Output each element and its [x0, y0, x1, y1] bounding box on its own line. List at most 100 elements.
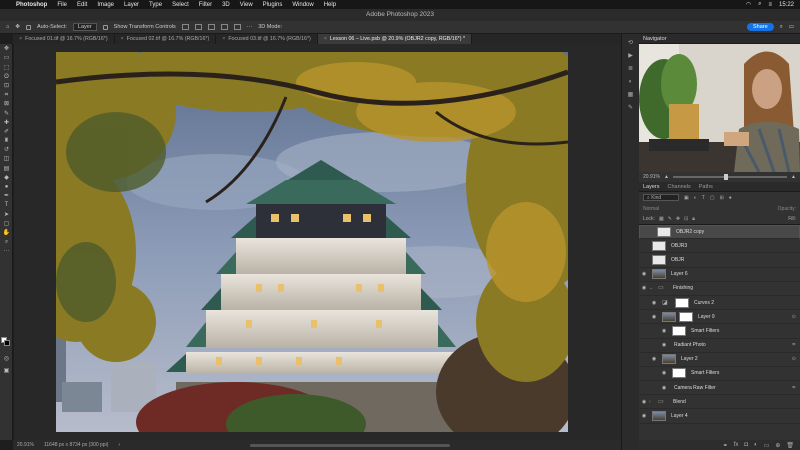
distribute-icon[interactable] [233, 24, 241, 30]
lock-pixels-icon[interactable]: ✎ [668, 216, 672, 222]
zoom-tool-icon[interactable]: ⌕ [2, 239, 11, 246]
libraries-panel-icon[interactable]: ▦ [627, 92, 635, 99]
move-tool-icon[interactable]: ✥ [2, 46, 11, 53]
visibility-icon[interactable]: ◉ [649, 300, 659, 306]
chevron-down-icon[interactable]: ⌄ [649, 285, 655, 291]
transform-controls-checkbox[interactable] [102, 24, 108, 30]
chevron-right-icon[interactable]: › [649, 399, 655, 405]
share-button[interactable]: Share [747, 23, 774, 31]
menu-select[interactable]: Select [172, 2, 189, 8]
visibility-icon[interactable]: ◉ [659, 370, 669, 376]
visibility-icon[interactable]: ◉ [649, 314, 659, 320]
brush-tool-icon[interactable]: ✐ [2, 129, 11, 136]
close-icon[interactable]: × [19, 36, 22, 42]
layer-name[interactable]: Layer 9 [698, 314, 715, 320]
quick-mask-icon[interactable]: ◎ [2, 356, 11, 363]
layer-name[interactable]: Layer 6 [671, 271, 688, 277]
adjustments-panel-icon[interactable]: ◐ [627, 79, 635, 86]
auto-select-checkbox[interactable] [25, 24, 31, 30]
crop-tool-icon[interactable]: ⌗ [2, 92, 11, 99]
layer-row[interactable]: OBJR2 copy [639, 225, 800, 240]
eyedropper-tool-icon[interactable]: ✎ [2, 111, 11, 118]
document-workspace[interactable] [14, 44, 621, 440]
lock-position-icon[interactable]: ✥ [676, 216, 680, 222]
link-layers-icon[interactable]: ⚭ [723, 442, 728, 449]
more-options-icon[interactable]: ··· [247, 24, 253, 30]
tab-lesson-06[interactable]: × Lesson 06 – Live.psb @ 20.9% (OBJR2 cop… [317, 34, 473, 44]
gradient-tool-icon[interactable]: ▤ [2, 166, 11, 173]
app-menu[interactable]: Photoshop [16, 2, 47, 8]
layer-row[interactable]: OBJR [639, 253, 800, 268]
menu-edit[interactable]: Edit [77, 2, 87, 8]
navigator-tab[interactable]: Navigator [643, 34, 667, 43]
filter-mask-thumbnail[interactable] [672, 325, 686, 336]
delete-layer-icon[interactable]: 🗑︎ [786, 442, 794, 449]
smart-filter-row[interactable]: ◉ Smart Filters [639, 324, 800, 339]
close-icon[interactable]: × [222, 36, 225, 42]
workspace-icon[interactable]: ▭ [789, 24, 794, 30]
layer-row[interactable]: ◉ Layer 6 [639, 268, 800, 282]
background-color-swatch[interactable] [4, 340, 10, 346]
search-icon-app[interactable]: ⌕ [780, 24, 783, 31]
navigator-zoom-slider[interactable] [672, 174, 788, 180]
menu-layer[interactable]: Layer [124, 2, 139, 8]
properties-panel-icon[interactable]: ≣ [627, 66, 635, 73]
menu-3d[interactable]: 3D [222, 2, 230, 8]
layer-name[interactable]: Radiant Photo [674, 342, 706, 348]
navigator-preview[interactable] [639, 44, 800, 172]
path-select-tool-icon[interactable]: ➤ [2, 212, 11, 219]
eraser-tool-icon[interactable]: ◫ [2, 156, 11, 163]
marquee-tool-icon[interactable]: ⬚ [2, 65, 11, 72]
history-panel-icon[interactable]: ⟲ [627, 40, 635, 47]
layer-name[interactable]: Camera Raw Filter [674, 385, 716, 391]
tab-paths[interactable]: Paths [699, 182, 713, 191]
menu-image[interactable]: Image [97, 2, 114, 8]
menu-type[interactable]: Type [149, 2, 162, 8]
filter-mask-thumbnail[interactable] [672, 368, 686, 379]
menu-help[interactable]: Help [324, 2, 336, 8]
layer-mask-thumbnail[interactable] [675, 297, 689, 308]
filter-shape-icon[interactable]: ▢ [710, 195, 715, 201]
layer-name[interactable]: Layer 2 [681, 356, 698, 362]
filter-kind-dropdown[interactable]: ⌕ Kind [643, 194, 679, 201]
brush-settings-icon[interactable]: ✎ [627, 105, 635, 112]
3d-mode-label[interactable]: 3D Mode: [258, 24, 282, 30]
filter-smart-object-icon[interactable]: ⊞ [720, 195, 724, 201]
group-row[interactable]: ◉ ⌄ ▭ Finishing [639, 282, 800, 296]
clock[interactable]: 15:22 [779, 2, 794, 8]
close-icon[interactable]: × [121, 36, 124, 42]
zoom-in-icon[interactable]: ▲ [791, 174, 796, 180]
menu-window[interactable]: Window [292, 2, 313, 8]
visibility-icon[interactable]: ◉ [639, 399, 649, 405]
layer-name[interactable]: Finishing [673, 285, 693, 291]
visibility-icon[interactable]: ◉ [639, 285, 649, 291]
history-brush-tool-icon[interactable]: ↺ [2, 147, 11, 154]
layer-name[interactable]: Curves 2 [694, 300, 714, 306]
layer-name[interactable]: Smart Filters [691, 370, 719, 376]
adjustment-layer-icon[interactable]: ◐ [754, 442, 758, 448]
hand-tool-icon[interactable]: ✋ [2, 230, 11, 237]
visibility-icon[interactable]: ◉ [639, 413, 649, 419]
menu-file[interactable]: File [57, 2, 67, 8]
horizontal-scrollbar[interactable] [250, 443, 451, 447]
artboard-tool-icon[interactable]: ▭ [2, 55, 11, 62]
layer-name[interactable]: Blend [673, 399, 686, 405]
healing-brush-tool-icon[interactable]: ✚ [2, 120, 11, 127]
visibility-icon[interactable]: ◉ [659, 328, 669, 334]
tab-focused-03[interactable]: × Focused 03.tif @ 16.7% (RGB/16*) [216, 34, 318, 44]
document-info[interactable]: 11648 px x 8734 px (300 ppi) [44, 442, 108, 448]
menu-view[interactable]: View [240, 2, 253, 8]
visibility-icon[interactable]: ◉ [649, 356, 659, 362]
tab-focused-02[interactable]: × Focused 02.tif @ 16.7% (RGB/16*) [115, 34, 217, 44]
layer-mask-thumbnail[interactable] [679, 311, 693, 322]
layer-row[interactable]: ◉ Layer 4 [639, 409, 800, 424]
wifi-icon[interactable]: ◠ [746, 1, 751, 8]
move-tool-icon[interactable]: ✥ [15, 24, 20, 30]
screen-mode-icon[interactable]: ▣ [2, 368, 11, 375]
layer-row[interactable]: OBJR3 [639, 239, 800, 254]
dodge-tool-icon[interactable]: ● [2, 184, 11, 191]
more-tools-icon[interactable]: ··· [2, 248, 11, 255]
align-right-icon[interactable] [207, 24, 215, 30]
align-top-icon[interactable] [220, 24, 228, 30]
clone-stamp-tool-icon[interactable]: ♜ [2, 138, 11, 145]
